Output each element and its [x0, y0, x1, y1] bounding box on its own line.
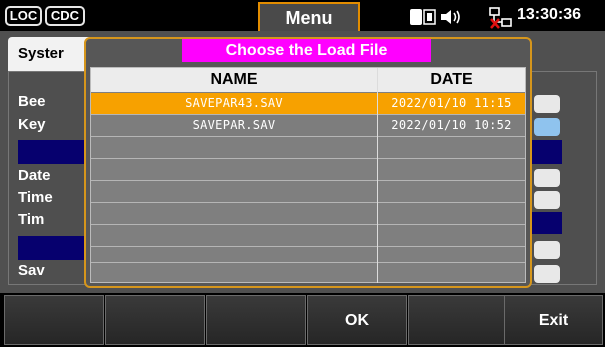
storage-icon [410, 9, 436, 30]
setting-label-time: Time [18, 189, 53, 206]
exit-button[interactable]: Exit [504, 295, 603, 345]
dialog-title: Choose the Load File [182, 39, 431, 62]
softkey-f5[interactable] [408, 295, 508, 345]
softkey-f3[interactable] [206, 295, 306, 345]
row-divider [91, 180, 525, 181]
row-divider [91, 262, 525, 263]
setting-value-button[interactable] [534, 265, 560, 283]
file-name-cell: SAVEPAR.SAV [192, 118, 276, 132]
column-header-name: NAME [210, 71, 258, 88]
cdc-indicator: CDC [45, 6, 85, 26]
loc-indicator: LOC [5, 6, 42, 26]
row-divider [91, 136, 525, 137]
menu-tab[interactable]: Menu [258, 2, 360, 31]
setting-value-button[interactable] [534, 241, 560, 259]
setting-value-button[interactable] [534, 191, 560, 209]
setting-value-button[interactable] [534, 169, 560, 187]
file-date-cell: 2022/01/10 10:52 [391, 118, 512, 132]
setting-toggle-button-selected[interactable] [534, 118, 560, 136]
softkey-f1[interactable] [4, 295, 104, 345]
setting-toggle-button[interactable] [534, 95, 560, 113]
row-divider [91, 202, 525, 203]
column-divider [377, 68, 378, 283]
setting-label-date: Date [18, 167, 51, 184]
row-divider [91, 224, 525, 225]
ok-button[interactable]: OK [307, 295, 407, 345]
setting-label-timer: Tim [18, 211, 45, 228]
speaker-icon [441, 9, 463, 30]
setting-label-beep: Bee [18, 93, 46, 110]
setting-label-key: Key [18, 116, 46, 133]
softkey-f2[interactable] [105, 295, 205, 345]
setting-label-save: Sav [18, 262, 45, 279]
row-divider [91, 246, 525, 247]
row-divider [91, 158, 525, 159]
clock-time: 13:30:36 [517, 6, 582, 23]
row-divider [91, 114, 525, 115]
column-header-date: DATE [430, 71, 473, 88]
file-date-cell: 2022/01/10 11:15 [391, 96, 512, 110]
file-name-cell: SAVEPAR43.SAV [185, 96, 283, 110]
network-disconnected-icon [489, 7, 513, 34]
